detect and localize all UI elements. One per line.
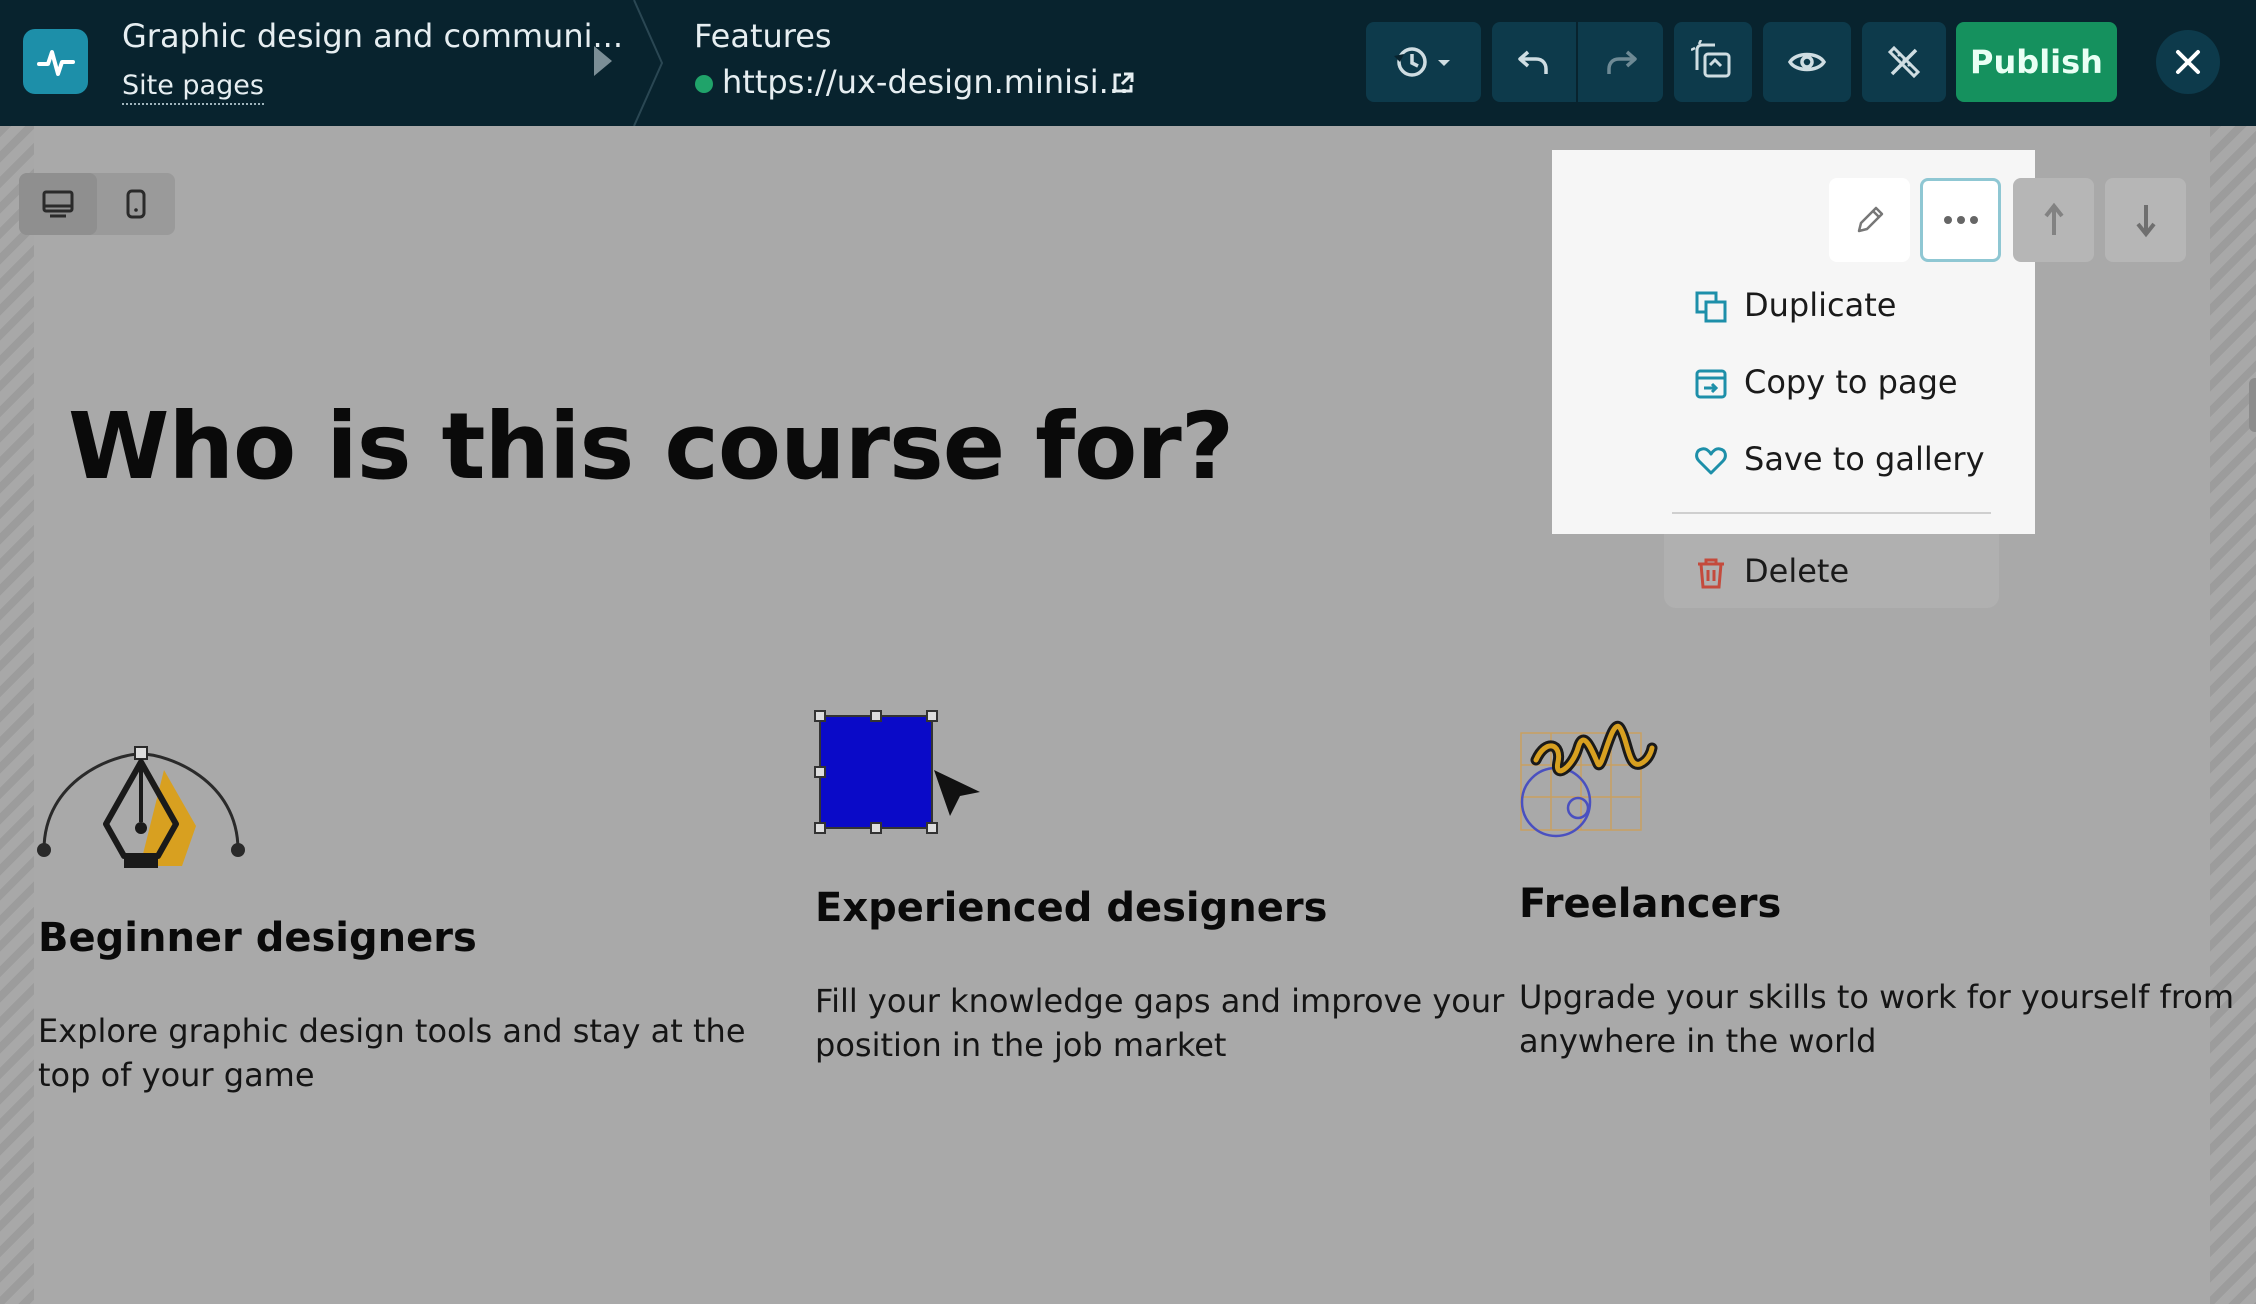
pencil-icon xyxy=(1857,206,1883,233)
external-link-icon[interactable] xyxy=(1110,70,1136,96)
mobile-view-button[interactable] xyxy=(97,173,175,235)
mobile-icon xyxy=(126,189,146,219)
pen-tool-icon xyxy=(37,746,245,868)
menu-item-label: Delete xyxy=(1744,552,1850,590)
more-icon xyxy=(1943,216,1978,224)
scrollbar-thumb[interactable] xyxy=(2249,378,2256,432)
card-description: Fill your knowledge gaps and improve you… xyxy=(815,982,1505,1064)
status-dot xyxy=(695,75,713,93)
menu-divider xyxy=(1672,512,1991,514)
design-tools-button[interactable] xyxy=(1862,22,1946,102)
menu-item-delete[interactable]: Delete xyxy=(1664,536,1999,606)
site-pages-link[interactable]: Site pages xyxy=(122,70,264,105)
more-options-button[interactable] xyxy=(1920,178,2001,262)
undo-button[interactable] xyxy=(1492,22,1576,102)
menu-item-label: Save to gallery xyxy=(1744,440,1985,478)
scribble-grid-icon xyxy=(1520,720,1658,838)
page-name[interactable]: Features xyxy=(694,17,832,55)
trash-icon xyxy=(1698,558,1724,589)
heart-icon xyxy=(1695,447,1727,475)
section-heading: Who is this course for? xyxy=(68,393,1234,500)
preview-button[interactable] xyxy=(1763,22,1851,102)
move-down-button[interactable] xyxy=(2105,178,2186,262)
card-title: Freelancers xyxy=(1519,881,1782,927)
pulse-icon[interactable] xyxy=(23,29,88,94)
page-url-link[interactable]: https://ux-design.minisi... xyxy=(722,63,1129,101)
publish-button[interactable]: Publish xyxy=(1956,22,2117,102)
menu-item-label: Duplicate xyxy=(1744,286,1897,324)
card-description: Upgrade your skills to work for yourself… xyxy=(1519,978,2235,1060)
ai-assistant-button[interactable] xyxy=(1674,22,1752,102)
undo-icon xyxy=(1518,50,1548,74)
history-button[interactable] xyxy=(1366,22,1481,102)
canvas-margin-right xyxy=(2210,126,2256,1304)
history-icon xyxy=(1393,47,1450,77)
card-description: Explore graphic design tools and stay at… xyxy=(38,1012,746,1094)
redo-button[interactable] xyxy=(1578,22,1663,102)
breadcrumb-separator xyxy=(633,0,664,126)
site-title[interactable]: Graphic design and communi... xyxy=(122,17,623,55)
duplicate-icon xyxy=(1695,291,1727,323)
card-title: Beginner designers xyxy=(38,915,477,961)
copy-to-page-icon xyxy=(1695,369,1727,399)
caret-right-icon[interactable] xyxy=(594,46,612,76)
desktop-icon xyxy=(42,190,74,218)
menu-item-label: Copy to page xyxy=(1744,363,1958,401)
block-context-menu: Duplicate Copy to page Save to gallery D… xyxy=(1664,265,1999,608)
arrow-down-icon xyxy=(2135,205,2156,238)
arrow-up-icon xyxy=(2043,202,2064,235)
card-title: Experienced designers xyxy=(815,885,1328,931)
canvas-margin-left xyxy=(0,126,34,1304)
top-bar: Graphic design and communi... Site pages… xyxy=(0,0,2256,126)
eye-icon xyxy=(1787,52,1827,72)
close-icon xyxy=(2176,50,2200,74)
design-tools-icon xyxy=(1887,45,1921,79)
device-toggle xyxy=(19,173,175,235)
redo-icon xyxy=(1606,50,1637,74)
desktop-view-button[interactable] xyxy=(19,173,97,235)
selected-square-icon xyxy=(814,710,980,834)
close-button[interactable] xyxy=(2156,30,2220,94)
edit-block-button[interactable] xyxy=(1829,178,1910,262)
move-up-button[interactable] xyxy=(2013,178,2094,262)
ai-assistant-icon xyxy=(1691,40,1731,78)
menu-item-duplicate[interactable]: Duplicate xyxy=(1664,270,1999,340)
menu-item-save-to-gallery[interactable]: Save to gallery xyxy=(1664,424,1999,494)
menu-item-copy-to-page[interactable]: Copy to page xyxy=(1664,347,1999,417)
